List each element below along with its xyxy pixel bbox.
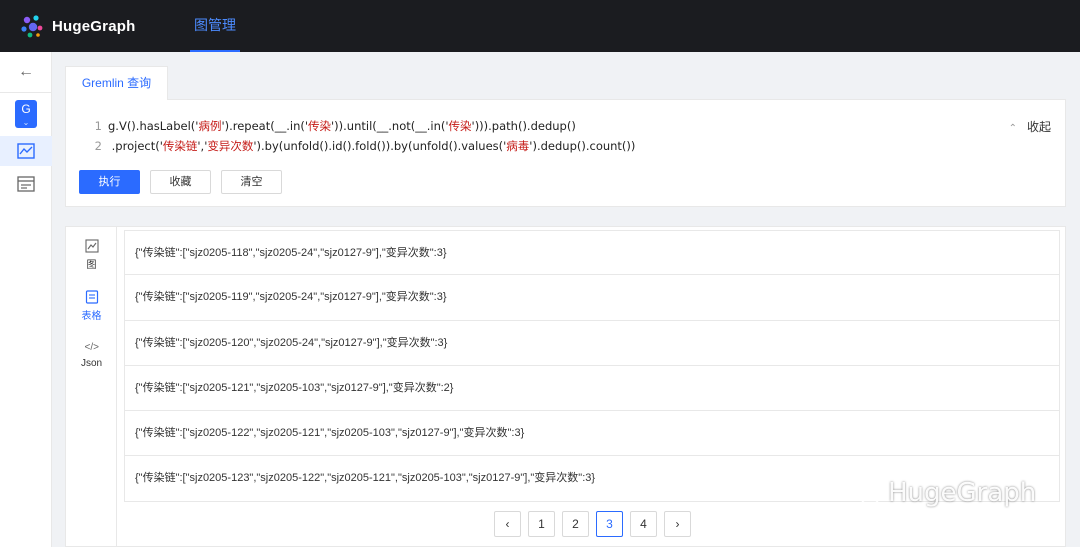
code-string: 病毒 (506, 139, 530, 153)
next-page-button[interactable]: › (664, 511, 691, 537)
table-row: {"传染链":["sjz0205-121","sjz0205-103","sjz… (124, 365, 1060, 412)
sidebar-item-tasks[interactable] (0, 172, 52, 202)
top-header: HugeGraph 图管理 (0, 0, 1080, 52)
code-text: ').dedup().count()) (529, 139, 636, 153)
code-string: 病例 (198, 119, 222, 133)
graph-select-button[interactable]: G ⌄ (15, 100, 37, 128)
tab-graph-view[interactable]: 图 (66, 239, 117, 271)
code-text: '))).path().dedup() (471, 119, 576, 133)
code-text: ').repeat(__.in(' (221, 119, 309, 133)
code-line[interactable]: 1 g.V().hasLabel('病例').repeat(__.in('传染')… (80, 118, 576, 134)
code-text: .project(' (108, 139, 163, 153)
tab-graph-label: 图 (86, 260, 97, 271)
line-number: 1 (94, 119, 102, 133)
page-button-3[interactable]: 3 (596, 511, 623, 537)
table-row: {"传染链":["sjz0205-119","sjz0205-24","sjz0… (124, 275, 1060, 321)
run-button[interactable]: 执行 (79, 170, 140, 194)
list-icon (17, 176, 35, 192)
result-view-tabs: 图 表格 </> Json (66, 227, 117, 546)
tab-table-label: 表格 (81, 311, 102, 322)
watermark-text: HugeGraph (888, 478, 1037, 508)
prev-page-button[interactable]: ‹ (494, 511, 521, 537)
code-text: ').by(unfold().id().fold()).by(unfold().… (253, 139, 507, 153)
left-sidebar: ← G ⌄ (0, 52, 52, 547)
query-editor-card: 1 g.V().hasLabel('病例').repeat(__.in('传染')… (65, 99, 1066, 207)
table-row: {"传染链":["sjz0205-122","sjz0205-121","sjz… (124, 411, 1060, 457)
page-button-4[interactable]: 4 (630, 511, 657, 537)
sidebar-item-gremlin-active[interactable] (0, 136, 52, 166)
sidebar-divider (0, 92, 52, 93)
favorite-button[interactable]: 收藏 (150, 170, 211, 194)
page-button-1[interactable]: 1 (528, 511, 555, 537)
code-text: g.V().hasLabel(' (108, 119, 199, 133)
table-row: {"传染链":["sjz0205-118","sjz0205-24","sjz0… (124, 230, 1060, 276)
chevron-down-icon: ⌄ (22, 118, 30, 127)
nav-graph-manage[interactable]: 图管理 (190, 0, 240, 52)
graph-badge-label: G (21, 102, 31, 116)
code-icon: </> (84, 342, 99, 353)
graph-icon (84, 239, 99, 253)
chevron-up-icon: ⌃ (1008, 123, 1017, 134)
tab-table-view[interactable]: 表格 (66, 290, 117, 322)
collapse-button[interactable]: ⌃ 收起 (1009, 118, 1051, 135)
wechat-logo-icon (849, 480, 880, 506)
wechat-watermark: HugeGraph (848, 478, 1036, 508)
table-icon (85, 290, 98, 304)
result-table: {"传染链":["sjz0205-118","sjz0205-24","sjz0… (124, 230, 1060, 502)
line-number: 2 (94, 139, 102, 153)
code-text: ',' (197, 139, 208, 153)
tab-gremlin-query[interactable]: Gremlin 查询 (65, 66, 168, 100)
analysis-icon (17, 143, 35, 159)
hugegraph-logo-icon (21, 15, 43, 38)
app-logo[interactable]: HugeGraph (18, 12, 135, 40)
collapse-label: 收起 (1026, 120, 1051, 134)
code-text: ')).until(__.not(__.in(' (331, 119, 449, 133)
code-line[interactable]: 2 .project('传染链','变异次数').by(unfold().id(… (80, 138, 636, 154)
app-name: HugeGraph (52, 17, 136, 35)
code-string: 传染链 (162, 139, 198, 153)
code-string: 传染 (308, 119, 332, 133)
page-button-2[interactable]: 2 (562, 511, 589, 537)
clear-button[interactable]: 清空 (221, 170, 282, 194)
table-row: {"传染链":["sjz0205-120","sjz0205-24","sjz0… (124, 320, 1060, 366)
tab-json-view[interactable]: </> Json (66, 341, 117, 369)
tab-json-label: Json (80, 358, 103, 369)
code-string: 传染 (448, 119, 472, 133)
back-arrow-icon[interactable]: ← (16, 62, 36, 82)
code-string: 变异次数 (207, 139, 254, 153)
pagination: ‹ 1 2 3 4 › (494, 511, 698, 537)
